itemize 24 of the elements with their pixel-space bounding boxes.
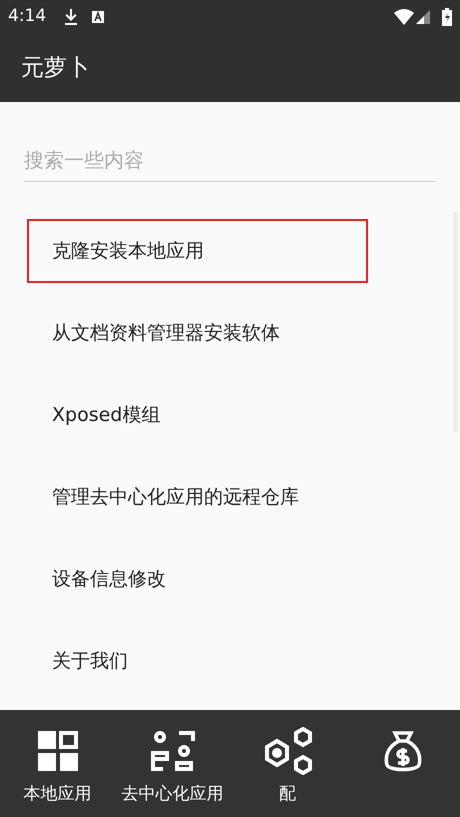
download-icon xyxy=(64,9,78,25)
search-field[interactable]: 搜索一些内容 xyxy=(24,138,436,182)
money-bag-icon xyxy=(382,729,422,773)
nav-label: 本地应用 xyxy=(24,783,92,806)
signal-icon xyxy=(416,10,430,24)
grid-icon xyxy=(38,731,78,771)
people-icon xyxy=(150,731,194,771)
hexagons-icon xyxy=(262,727,312,775)
battery-icon xyxy=(442,8,452,26)
nav-tab[interactable]: 本地应用 xyxy=(0,710,115,817)
menu-item[interactable]: Xposed模组 xyxy=(27,383,368,447)
nav-tab[interactable]: 配 xyxy=(230,710,345,817)
nav-label: 去中心化应用 xyxy=(122,783,224,806)
nav-tab[interactable]: 去中心化应用 xyxy=(115,710,230,817)
app-title: 元萝卜 xyxy=(21,54,90,83)
nav-label: 配 xyxy=(279,783,296,806)
keyboard-a-icon xyxy=(92,11,104,23)
menu-item[interactable]: 设备信息修改 xyxy=(27,547,368,611)
menu-item[interactable]: 管理去中心化应用的远程仓库 xyxy=(27,465,368,529)
menu-item[interactable]: 关于我们 xyxy=(27,629,368,693)
status-time: 4:14 xyxy=(8,5,46,28)
menu-item[interactable]: 从文档资料管理器安装软体 xyxy=(27,301,368,365)
menu-item[interactable]: 克隆安装本地应用 xyxy=(27,219,368,283)
wifi-icon xyxy=(394,9,414,25)
